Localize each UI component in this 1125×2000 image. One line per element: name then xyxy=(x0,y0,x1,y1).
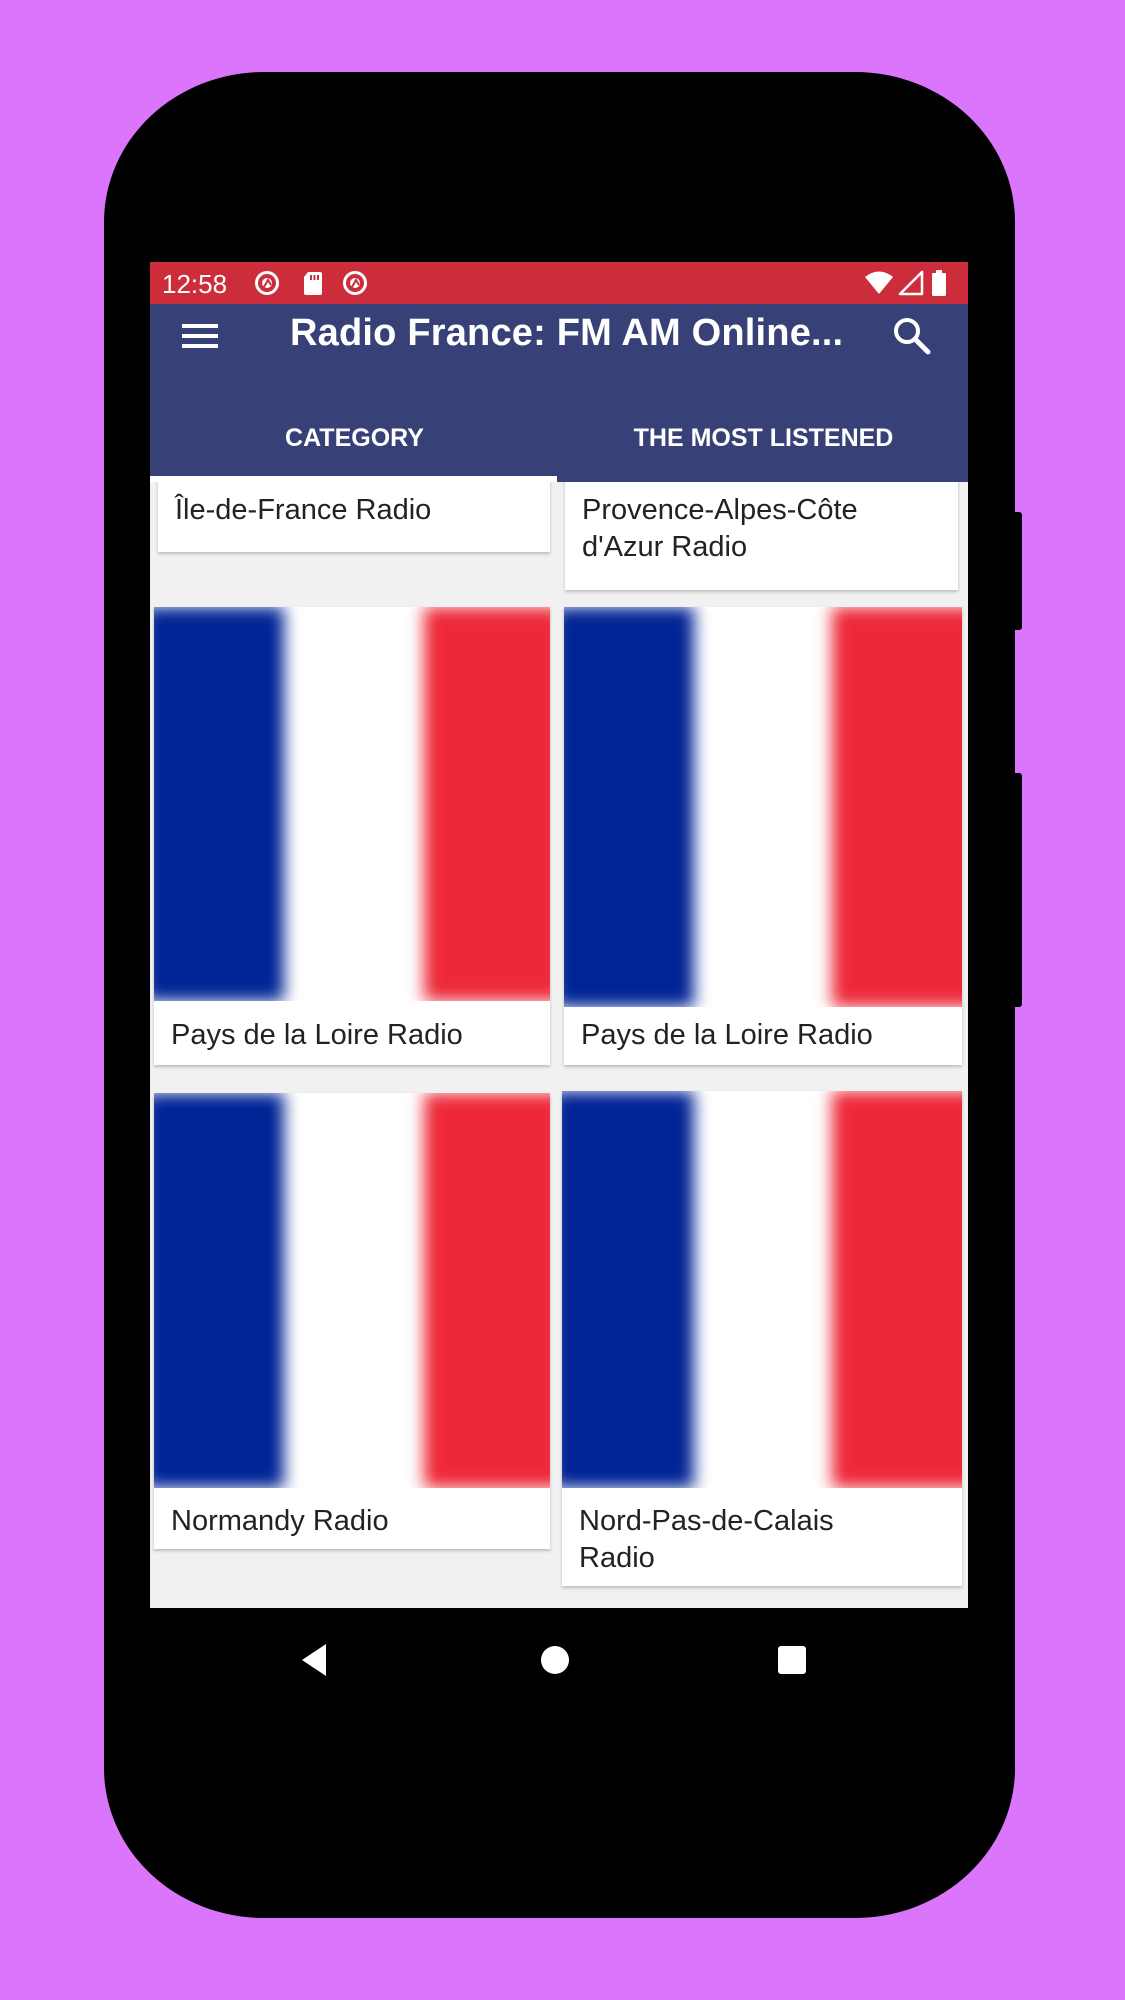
france-flag-image xyxy=(564,607,962,1007)
tab-bar: CATEGORY THE MOST LISTENED xyxy=(150,414,968,482)
cellular-signal-icon xyxy=(898,270,924,296)
category-card[interactable]: Nord-Pas-de-Calais Radio xyxy=(562,1091,962,1586)
category-card[interactable]: Île-de-France Radio xyxy=(158,482,550,552)
france-flag-image xyxy=(154,607,550,1001)
category-card[interactable]: Pays de la Loire Radio xyxy=(154,607,550,1065)
category-card[interactable]: Pays de la Loire Radio xyxy=(564,607,962,1065)
search-icon[interactable] xyxy=(890,314,934,358)
france-flag-image xyxy=(154,1093,550,1488)
battery-icon xyxy=(932,270,946,296)
app-bar: Radio France: FM AM Online... CATEGORY T… xyxy=(150,304,968,482)
hamburger-menu-icon[interactable] xyxy=(180,316,220,356)
power-button xyxy=(1013,512,1022,630)
navigation-bar xyxy=(150,1608,968,1703)
volume-button xyxy=(1013,773,1022,1007)
app-notification-icon xyxy=(343,271,367,295)
screen: 12:58 Radio France: FM AM Online... CATE… xyxy=(150,262,968,1608)
category-label: Normandy Radio xyxy=(171,1505,389,1537)
category-label: Île-de-France Radio xyxy=(175,494,432,526)
category-card[interactable]: Provence-Alpes-Côte d'Azur Radio xyxy=(565,482,958,590)
back-icon[interactable] xyxy=(298,1642,330,1678)
app-title: Radio France: FM AM Online... xyxy=(290,312,844,354)
app-notification-icon xyxy=(255,271,279,295)
home-icon[interactable] xyxy=(540,1645,570,1675)
category-label: Pays de la Loire Radio xyxy=(581,1019,873,1051)
category-card[interactable]: Normandy Radio xyxy=(154,1093,550,1549)
tab-most-listened[interactable]: THE MOST LISTENED xyxy=(559,414,968,482)
tab-category[interactable]: CATEGORY xyxy=(150,414,559,482)
status-time: 12:58 xyxy=(162,269,228,299)
category-label: Nord-Pas-de-Calais Radio xyxy=(579,1505,834,1574)
wifi-icon xyxy=(865,271,893,294)
category-label: Pays de la Loire Radio xyxy=(171,1019,463,1051)
status-bar: 12:58 xyxy=(150,262,968,304)
category-label: Provence-Alpes-Côte d'Azur Radio xyxy=(582,494,858,563)
category-grid: Île-de-France Radio Provence-Alpes-Côte … xyxy=(150,482,968,1608)
recents-icon[interactable] xyxy=(777,1645,807,1675)
france-flag-image xyxy=(562,1091,962,1488)
sd-card-icon xyxy=(304,272,322,295)
